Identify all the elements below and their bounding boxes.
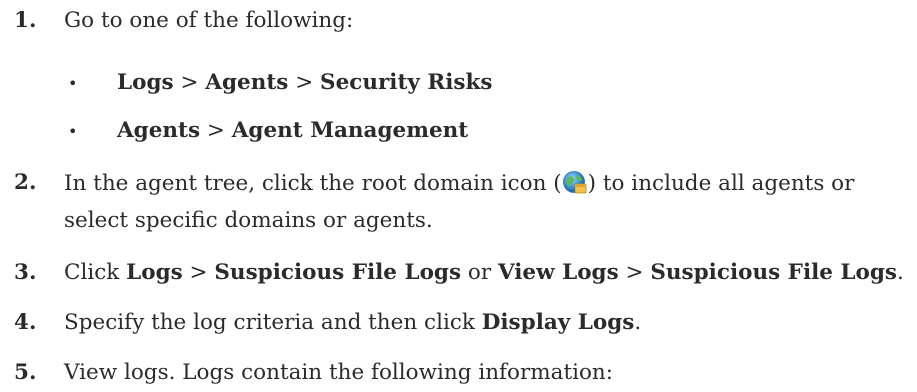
- separator: >: [182, 260, 215, 285]
- step-text-part: or: [461, 260, 498, 285]
- step-text-part: ) to include all agents or: [587, 171, 855, 196]
- step-text: In the agent tree, click the root domain…: [64, 170, 854, 196]
- step-text-part: Click: [64, 260, 127, 285]
- step-text: select specific domains or agents.: [64, 208, 433, 233]
- bullet: •: [68, 122, 78, 141]
- menu-agents: Agents: [205, 70, 289, 95]
- menu-logs: Logs: [126, 260, 183, 285]
- step-text: Specify the log criteria and then click …: [64, 310, 641, 335]
- menu-agents: Agents: [117, 118, 201, 143]
- menu-agent-management: Agent Management: [231, 118, 469, 143]
- step-text: Go to one of the following:: [64, 8, 354, 33]
- separator: >: [173, 70, 206, 95]
- menu-path: Agents > Agent Management: [117, 118, 468, 143]
- step-text: View logs. Logs contain the following in…: [64, 360, 613, 385]
- menu-suspicious-file-logs: Suspicious File Logs: [650, 260, 898, 285]
- step-text: Click Logs > Suspicious File Logs or Vie…: [64, 260, 904, 285]
- step-number: 2.: [14, 170, 37, 195]
- root-domain-globe-icon: [562, 170, 588, 196]
- menu-path: Logs > Agents > Security Risks: [117, 70, 493, 95]
- menu-security-risks: Security Risks: [320, 70, 493, 95]
- menu-suspicious-file-logs: Suspicious File Logs: [214, 260, 462, 285]
- step-text-part: Specify the log criteria and then click: [64, 310, 482, 335]
- step-number: 3.: [14, 260, 37, 285]
- menu-view-logs: View Logs: [497, 260, 619, 285]
- separator: >: [618, 260, 651, 285]
- display-logs-label: Display Logs: [481, 310, 635, 335]
- step-text-part: .: [634, 310, 642, 335]
- step-number: 4.: [14, 310, 37, 335]
- separator: >: [288, 70, 321, 95]
- step-number: 1.: [14, 8, 37, 33]
- step-text-part: .: [897, 260, 904, 285]
- menu-logs: Logs: [117, 70, 174, 95]
- step-number: 5.: [14, 360, 37, 385]
- step-text-part: In the agent tree, click the root domain…: [64, 171, 562, 196]
- bullet: •: [68, 74, 78, 93]
- separator: >: [200, 118, 232, 143]
